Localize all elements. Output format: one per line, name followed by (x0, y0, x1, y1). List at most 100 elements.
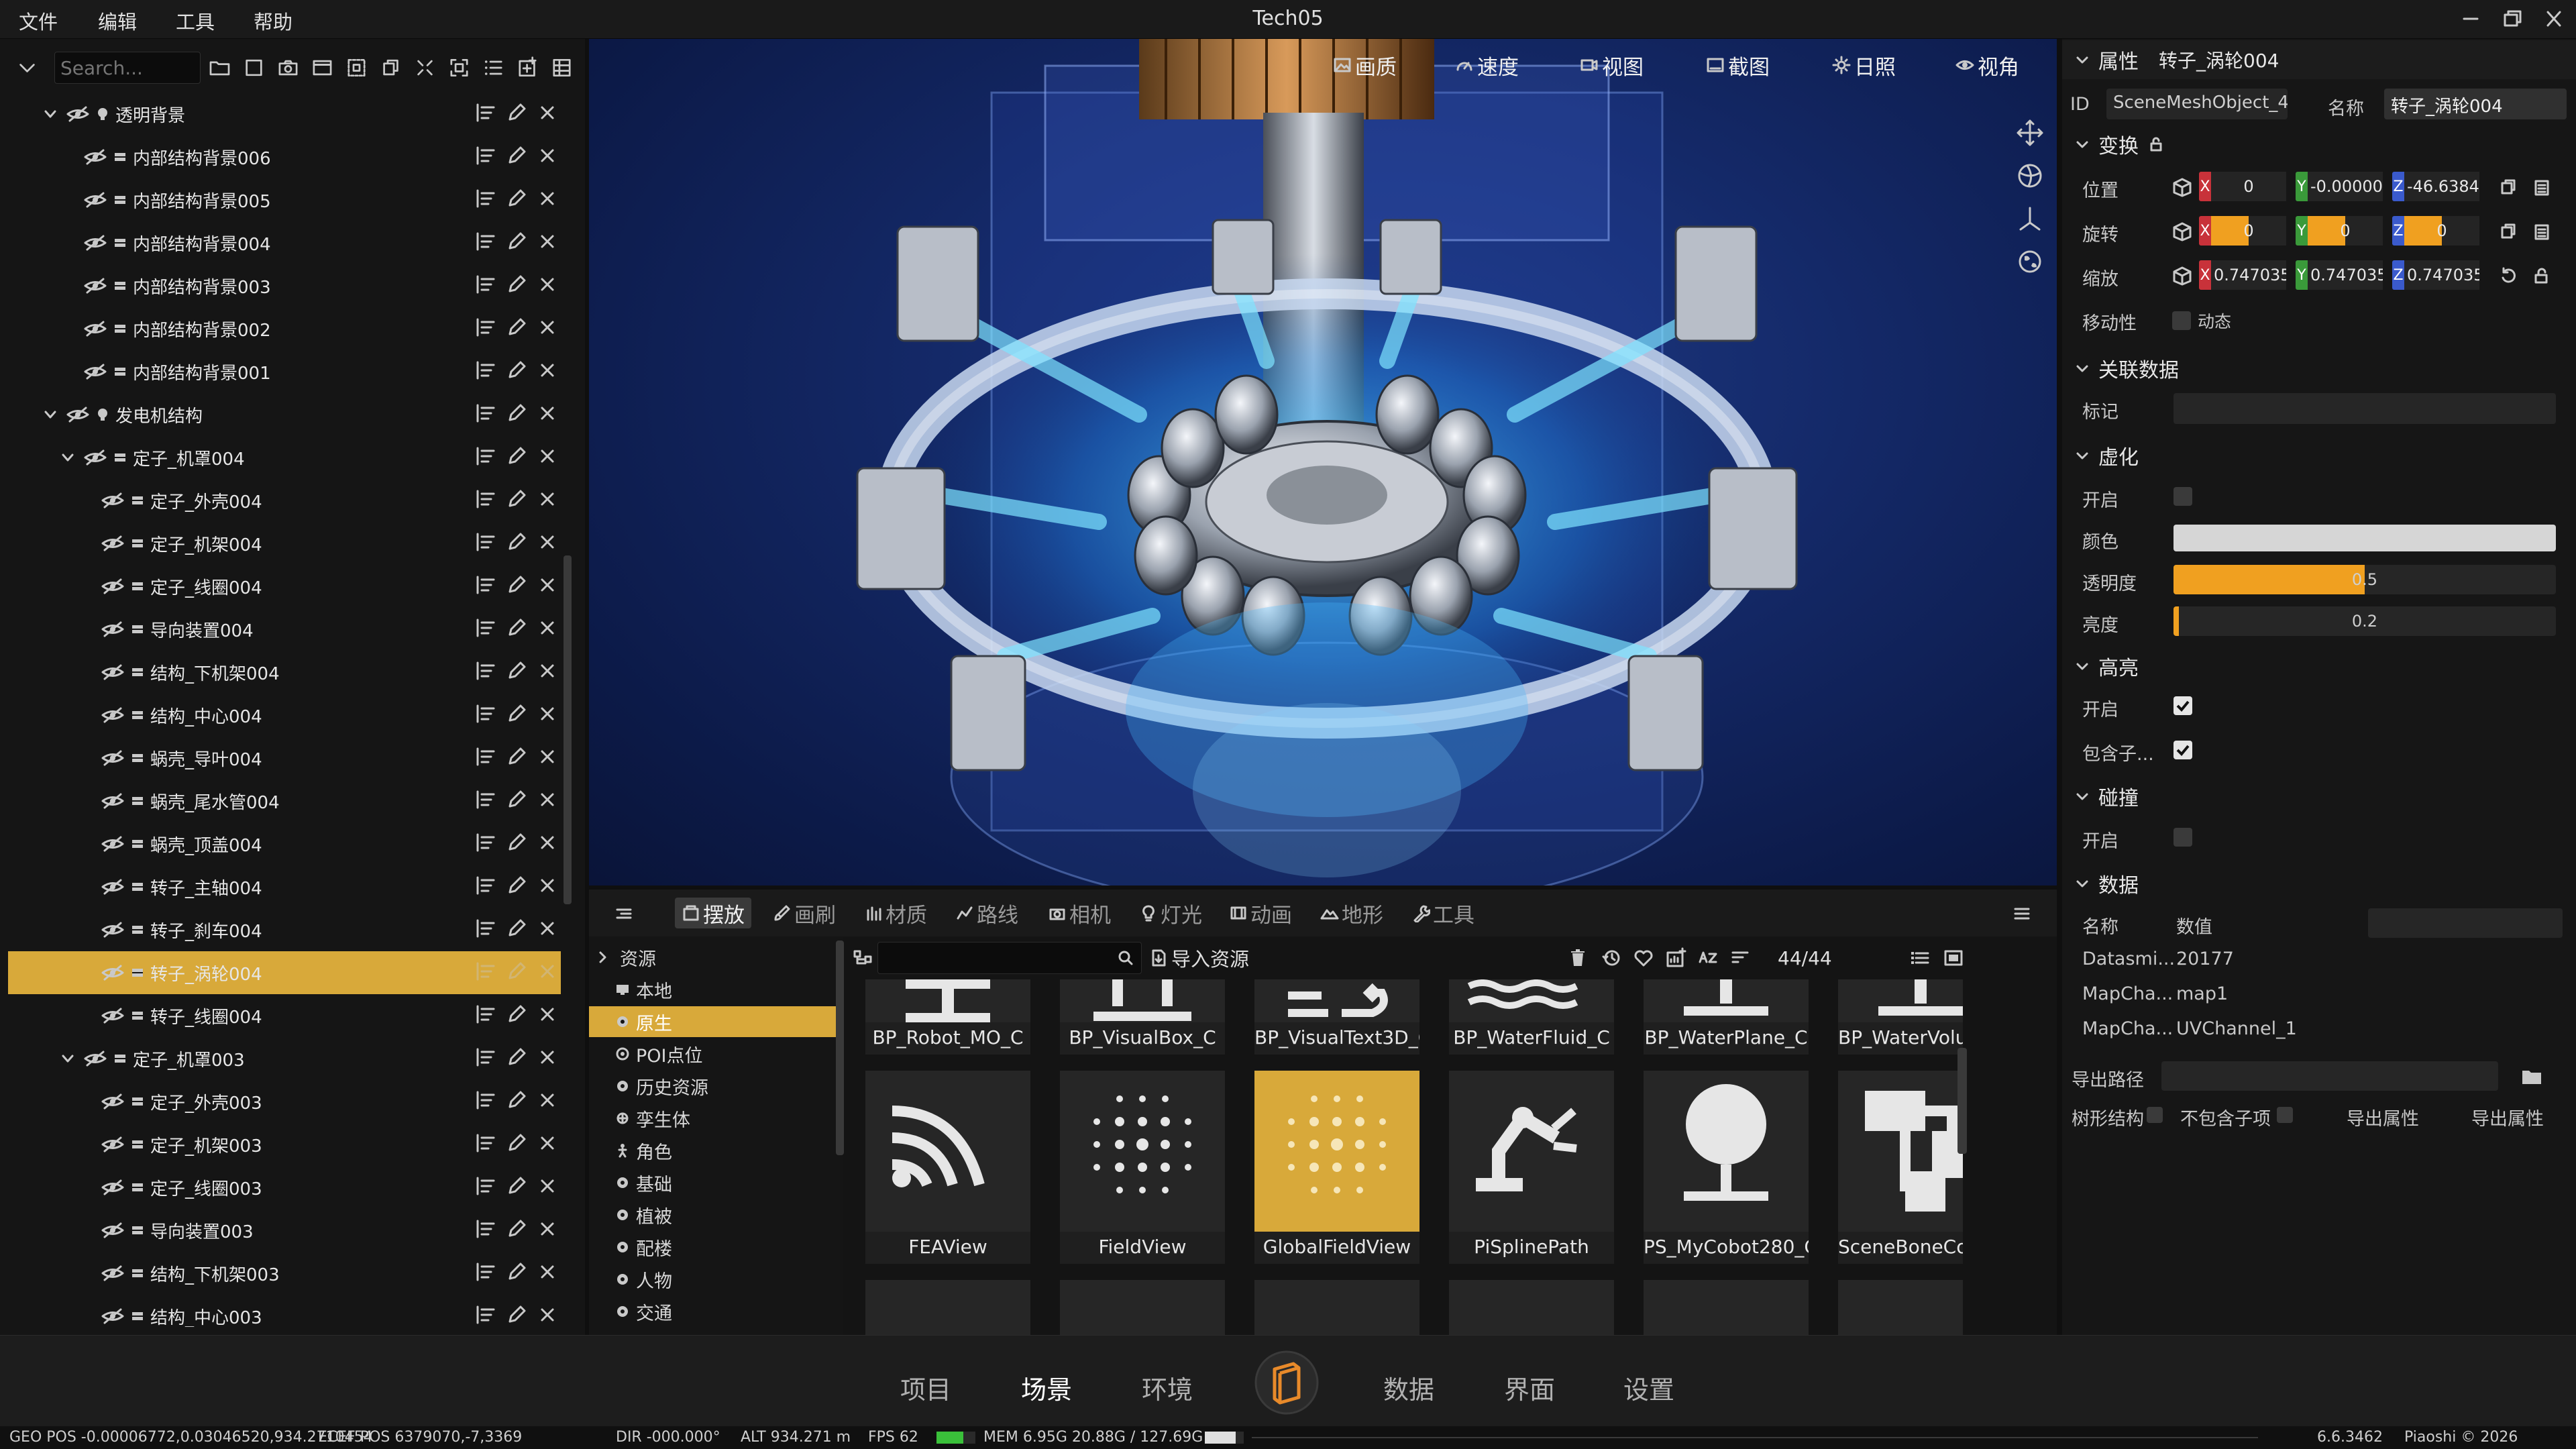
eye-hidden-icon[interactable] (83, 276, 107, 295)
eye-hidden-icon[interactable] (101, 1092, 125, 1111)
exclude-children-checkbox[interactable] (2277, 1107, 2293, 1123)
tree-row[interactable]: 结构_下机架003 (8, 1252, 561, 1295)
asset-tile[interactable]: GlobalFieldView (1254, 1071, 1419, 1272)
close-icon[interactable] (535, 1174, 559, 1198)
eye-hidden-icon[interactable] (101, 534, 125, 553)
close-icon[interactable] (535, 702, 559, 726)
unlock-icon[interactable] (2532, 266, 2552, 286)
pencil-icon[interactable] (504, 144, 529, 168)
align-icon[interactable] (474, 1217, 498, 1241)
close-icon[interactable] (535, 616, 559, 640)
category-item[interactable]: 植被 (589, 1199, 836, 1230)
asset-tile[interactable]: BP_WaterFluid_C (1449, 979, 1614, 1063)
earth-icon[interactable] (2015, 247, 2045, 276)
pencil-icon[interactable] (504, 1045, 529, 1069)
eye-hidden-icon[interactable] (101, 663, 125, 682)
category-item[interactable]: 资源 (589, 942, 836, 973)
list-view-icon[interactable] (1909, 947, 1931, 969)
position-y[interactable]: Y-0.000000 (2296, 172, 2383, 201)
eye-hidden-icon[interactable] (83, 362, 107, 381)
close-icon[interactable] (2538, 5, 2569, 32)
tree-row[interactable]: 定子_外壳003 (8, 1080, 561, 1123)
align-icon[interactable] (474, 186, 498, 211)
eye-hidden-icon[interactable] (101, 491, 125, 510)
eye-hidden-icon[interactable] (101, 920, 125, 939)
align-icon[interactable] (474, 487, 498, 511)
pencil-icon[interactable] (504, 959, 529, 983)
pencil-icon[interactable] (504, 1174, 529, 1198)
align-icon[interactable] (474, 272, 498, 297)
folder-icon[interactable] (205, 51, 235, 85)
asset-tile[interactable]: BP_VisualText3D_C (1254, 979, 1419, 1063)
close-icon[interactable] (535, 1303, 559, 1327)
tree-row[interactable]: 内部结构背景001 (8, 350, 561, 393)
tree-row[interactable]: 内部结构背景005 (8, 178, 561, 221)
align-icon[interactable] (474, 1045, 498, 1069)
globe-icon[interactable] (2015, 161, 2045, 191)
nav-data[interactable]: 数据 (1383, 1369, 1434, 1406)
close-icon[interactable] (535, 101, 559, 125)
close-icon[interactable] (535, 315, 559, 339)
close-icon[interactable] (535, 1131, 559, 1155)
scale-x[interactable]: X 0.747035 (2199, 260, 2286, 290)
align-icon[interactable] (474, 745, 498, 769)
focus-icon[interactable] (444, 51, 474, 85)
close-icon[interactable] (535, 144, 559, 168)
paste-icon[interactable] (2532, 221, 2552, 241)
eye-hidden-icon[interactable] (83, 1049, 107, 1068)
pencil-icon[interactable] (504, 401, 529, 425)
tree-row[interactable]: 定子_线圈003 (8, 1166, 561, 1209)
cube-icon[interactable] (2171, 177, 2194, 197)
close-icon[interactable] (535, 873, 559, 898)
tab-material[interactable]: 材质 (857, 898, 934, 928)
rotation-y[interactable]: Y0 (2296, 216, 2383, 246)
nav-interface[interactable]: 界面 (1504, 1369, 1555, 1406)
eye-hidden-icon[interactable] (101, 835, 125, 853)
virtual-enable-checkbox[interactable] (2174, 487, 2192, 506)
pencil-icon[interactable] (504, 444, 529, 468)
align-icon[interactable] (474, 573, 498, 597)
transform-section[interactable]: 变换 (2062, 125, 2576, 164)
eye-hidden-icon[interactable] (83, 191, 107, 209)
pencil-icon[interactable] (504, 745, 529, 769)
related-data-section[interactable]: 关联数据 (2062, 349, 2576, 388)
asset-tile[interactable]: BP_VisualBox_C (1060, 979, 1225, 1063)
asset-tile[interactable]: FEAView (865, 1071, 1030, 1272)
tree-row[interactable]: 结构_下机架004 (8, 651, 561, 694)
tree-row[interactable]: 发电机结构 (8, 393, 561, 436)
category-item[interactable]: 角色 (589, 1135, 836, 1166)
tab-route[interactable]: 路线 (949, 898, 1025, 928)
speed-button[interactable]: 速度 (1454, 48, 1519, 82)
asset-tile[interactable]: SceneBoneControl( (1838, 1071, 1963, 1272)
tab-animation[interactable]: 动画 (1222, 898, 1299, 928)
virtual-section[interactable]: 虚化 (2062, 436, 2576, 475)
asset-scrollbar[interactable] (1957, 1048, 1967, 1154)
align-icon[interactable] (474, 1174, 498, 1198)
category-scrollbar[interactable] (836, 941, 844, 1155)
virtual-color-swatch[interactable] (2174, 525, 2556, 551)
app-logo-icon[interactable] (1253, 1349, 1320, 1416)
close-icon[interactable] (535, 1088, 559, 1112)
data-section[interactable]: 数据 (2062, 864, 2576, 903)
tree-row[interactable]: 蜗壳_顶盖004 (8, 822, 561, 865)
highlight-include-checkbox[interactable] (2174, 741, 2192, 759)
pencil-icon[interactable] (504, 1088, 529, 1112)
close-icon[interactable] (535, 959, 559, 983)
clapper-icon[interactable] (307, 51, 337, 85)
pencil-icon[interactable] (504, 487, 529, 511)
category-item[interactable]: 基础 (589, 1167, 836, 1198)
asset-tile[interactable]: BP_WaterPlane_C (1644, 979, 1809, 1063)
close-icon[interactable] (535, 830, 559, 855)
eye-hidden-icon[interactable] (101, 706, 125, 724)
tree-row[interactable]: 透明背景 (8, 93, 561, 136)
align-icon[interactable] (474, 530, 498, 554)
properties-header[interactable]: 属性 转子_涡轮004 (2062, 40, 2576, 79)
close-icon[interactable] (535, 1260, 559, 1284)
pencil-icon[interactable] (504, 530, 529, 554)
screenshot-button[interactable]: 截图 (1705, 48, 1770, 82)
sunlight-button[interactable]: 日照 (1831, 48, 1896, 82)
align-icon[interactable] (474, 1260, 498, 1284)
eye-hidden-icon[interactable] (101, 963, 125, 982)
close-icon[interactable] (535, 788, 559, 812)
pencil-icon[interactable] (504, 873, 529, 898)
